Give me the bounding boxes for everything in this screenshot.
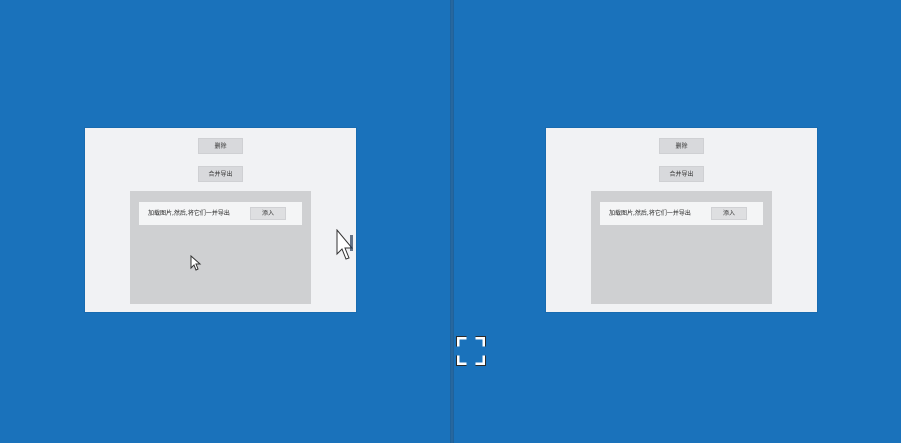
left-pane: 删除 合并导出 加载图片,然后,将它们一并导出 添入 [0, 0, 450, 443]
merge-export-button[interactable]: 合并导出 [198, 166, 243, 182]
file-row: 加载图片,然后,将它们一并导出 添入 [139, 202, 302, 225]
delete-button[interactable]: 删除 [659, 138, 704, 154]
right-pane: 删除 合并导出 加载图片,然后,将它们一并导出 添入 [454, 0, 901, 443]
content-panel: 加载图片,然后,将它们一并导出 添入 [130, 191, 311, 304]
add-button[interactable]: 添入 [250, 207, 286, 220]
file-row-label: 加载图片,然后,将它们一并导出 [609, 210, 691, 217]
merge-export-button[interactable]: 合并导出 [659, 166, 704, 182]
content-panel: 加载图片,然后,将它们一并导出 添入 [591, 191, 772, 304]
mouse-pointer-icon [336, 229, 354, 260]
mouse-pointer-icon [190, 255, 202, 271]
add-button[interactable]: 添入 [711, 207, 747, 220]
fullscreen-icon[interactable] [456, 336, 486, 366]
delete-button[interactable]: 删除 [198, 138, 243, 154]
file-row-label: 加载图片,然后,将它们一并导出 [148, 210, 230, 217]
file-row: 加载图片,然后,将它们一并导出 添入 [600, 202, 763, 225]
app-window-right: 删除 合并导出 加载图片,然后,将它们一并导出 添入 [546, 128, 817, 312]
app-window-left: 删除 合并导出 加载图片,然后,将它们一并导出 添入 [85, 128, 356, 312]
